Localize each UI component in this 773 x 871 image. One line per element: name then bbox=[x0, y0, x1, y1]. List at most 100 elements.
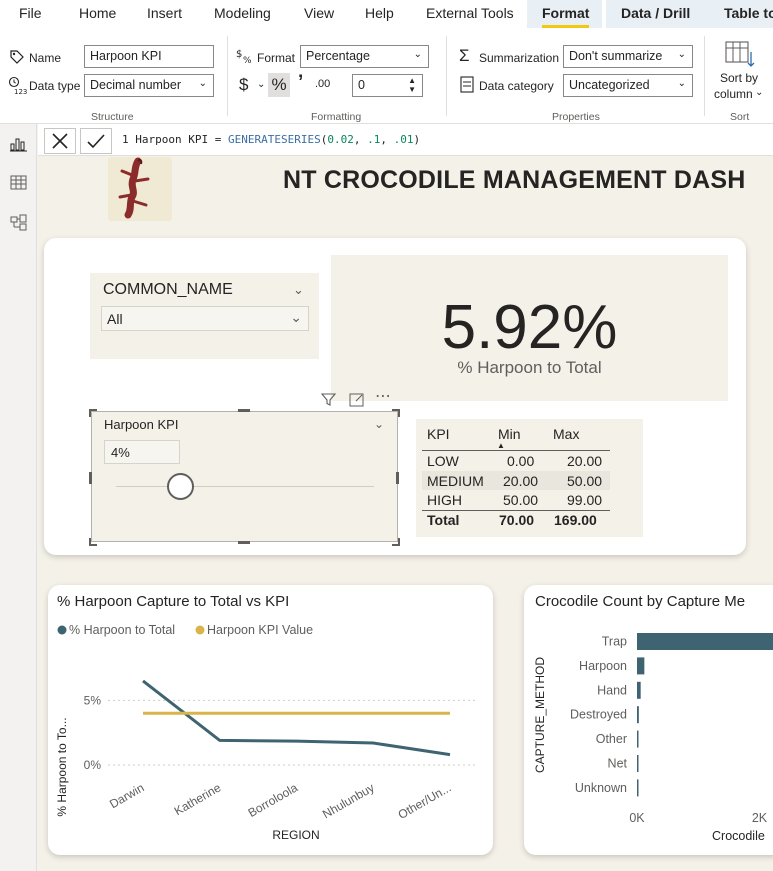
focus-mode-icon[interactable] bbox=[348, 391, 365, 408]
currency-chevron-icon[interactable]: ⌄ bbox=[257, 79, 265, 90]
menu-format[interactable]: Format bbox=[542, 5, 589, 21]
menu-modeling[interactable]: Modeling bbox=[214, 5, 271, 21]
menu-view[interactable]: View bbox=[304, 5, 334, 21]
comma-style-button[interactable]: ’ bbox=[298, 72, 303, 94]
percent-button[interactable]: % bbox=[268, 73, 290, 97]
resize-handle[interactable] bbox=[89, 472, 92, 484]
menu-help[interactable]: Help bbox=[365, 5, 394, 21]
common-name-slicer[interactable]: COMMON_NAME ⌄ All ⌄ bbox=[90, 273, 319, 359]
table-row-min: 20.00 bbox=[503, 473, 539, 489]
model-view-icon[interactable] bbox=[10, 214, 27, 231]
line-number: 1 bbox=[122, 133, 129, 146]
ribbon-separator bbox=[704, 36, 705, 116]
formula-editor[interactable]: 1 Harpoon KPI = GENERATESERIES(0.02, .1,… bbox=[122, 133, 420, 146]
sort-by-label-line2: column bbox=[714, 87, 753, 101]
summarization-label: Summarization bbox=[479, 51, 560, 65]
name-input[interactable]: Harpoon KPI bbox=[84, 45, 214, 68]
formatting-group-title: Formatting bbox=[311, 111, 362, 123]
report-view-icon[interactable] bbox=[10, 135, 27, 152]
x-tick-label: Darwin bbox=[107, 780, 146, 811]
commit-formula-button[interactable] bbox=[80, 128, 112, 154]
resize-handle[interactable] bbox=[392, 409, 400, 417]
filter-icon[interactable] bbox=[320, 391, 337, 408]
properties-group-title: Properties bbox=[552, 111, 600, 123]
resize-handle[interactable] bbox=[238, 409, 250, 412]
table-row-kpi: LOW bbox=[427, 453, 459, 469]
menu-bar: File Home Insert Modeling View Help Exte… bbox=[0, 0, 773, 28]
y-tick-label: Trap bbox=[602, 635, 627, 649]
ribbon: Name Harpoon KPI 123 Data type Decimal n… bbox=[0, 28, 773, 124]
capture-method-bar-chart-card[interactable]: Crocodile Count by Capture Me CAPTURE_ME… bbox=[524, 585, 773, 855]
format-value: Percentage bbox=[306, 49, 370, 63]
data-category-select[interactable]: Uncategorized ⌄ bbox=[563, 74, 693, 97]
svg-text:$: $ bbox=[236, 49, 242, 60]
chevron-down-icon[interactable]: ⌄ bbox=[374, 417, 384, 431]
more-options-icon[interactable]: ⋯ bbox=[375, 386, 391, 406]
table-header-min[interactable]: Min bbox=[498, 426, 521, 442]
table-header-kpi[interactable]: KPI bbox=[427, 426, 450, 442]
harpoon-kpi-card[interactable]: 5.92% % Harpoon to Total bbox=[331, 255, 728, 401]
harpoon-line-chart-card[interactable]: % Harpoon Capture to Total vs KPI % Harp… bbox=[48, 585, 493, 855]
y-axis-label: CAPTURE_METHOD bbox=[533, 657, 547, 773]
formula-arg-1: 0.02 bbox=[327, 133, 354, 146]
decimal-places-icon[interactable]: .00 bbox=[315, 78, 330, 90]
format-select[interactable]: Percentage ⌄ bbox=[300, 45, 429, 68]
close-icon bbox=[52, 133, 68, 149]
table-row-kpi: HIGH bbox=[427, 492, 462, 508]
x-axis-label: Crocodile bbox=[712, 829, 765, 843]
svg-text:123: 123 bbox=[14, 88, 27, 96]
slider-handle[interactable] bbox=[167, 473, 194, 500]
ribbon-separator bbox=[446, 36, 447, 116]
data-type-icon: 123 bbox=[8, 76, 27, 96]
decimal-places-value: 0 bbox=[358, 78, 365, 92]
sort-by-column-button[interactable]: Sort by column ⌄ bbox=[710, 38, 768, 104]
bar-chart: CAPTURE_METHOD Crocodile Trap Harpoon Hand… bbox=[533, 633, 773, 843]
legend-label[interactable]: % Harpoon to Total bbox=[69, 623, 175, 637]
y-axis-label: % Harpoon to To... bbox=[55, 717, 69, 816]
table-row-kpi: MEDIUM bbox=[427, 473, 484, 489]
x-tick-label: Katherine bbox=[172, 780, 224, 818]
menu-insert[interactable]: Insert bbox=[147, 5, 182, 21]
menu-table-tools[interactable]: Table to bbox=[724, 5, 773, 21]
resize-handle[interactable] bbox=[89, 409, 97, 417]
resize-handle[interactable] bbox=[89, 538, 97, 546]
resize-handle[interactable] bbox=[396, 472, 399, 484]
harpoon-kpi-slicer[interactable]: Harpoon KPI ⌄ 4% bbox=[91, 411, 398, 542]
structure-group-title: Structure bbox=[91, 111, 134, 123]
bar bbox=[637, 633, 773, 650]
slider-track[interactable] bbox=[116, 486, 374, 487]
menu-data-drill[interactable]: Data / Drill bbox=[621, 5, 690, 21]
data-view-icon[interactable] bbox=[10, 174, 27, 191]
legend-label[interactable]: Harpoon KPI Value bbox=[207, 623, 313, 637]
y-tick-label: Hand bbox=[597, 683, 627, 697]
menu-home[interactable]: Home bbox=[79, 5, 116, 21]
resize-handle[interactable] bbox=[238, 541, 250, 544]
stepper-icon[interactable]: ▲ ▼ bbox=[408, 76, 416, 94]
y-tick-label: Net bbox=[608, 757, 628, 771]
summarization-value: Don't summarize bbox=[569, 49, 663, 63]
chevron-down-icon: ⌄ bbox=[198, 78, 207, 89]
y-tick-label: 5% bbox=[84, 693, 102, 707]
cancel-formula-button[interactable] bbox=[44, 128, 76, 154]
parameter-value-input[interactable]: 4% bbox=[104, 440, 180, 464]
format-label: Format bbox=[257, 51, 296, 65]
crocodile-logo-image bbox=[108, 157, 172, 221]
chevron-down-icon[interactable]: ⌄ bbox=[293, 282, 304, 298]
bar bbox=[637, 730, 639, 748]
decimal-places-input[interactable]: 0 ▲ ▼ bbox=[352, 74, 423, 97]
table-row-max: 20.00 bbox=[567, 453, 603, 469]
menu-file[interactable]: File bbox=[19, 5, 42, 21]
resize-handle[interactable] bbox=[392, 538, 400, 546]
y-tick-label: Harpoon bbox=[579, 659, 627, 673]
x-tick-label: 0K bbox=[629, 811, 645, 825]
data-type-select[interactable]: Decimal number ⌄ bbox=[84, 74, 214, 97]
menu-external-tools[interactable]: External Tools bbox=[426, 5, 514, 21]
currency-button[interactable]: $ bbox=[239, 75, 248, 95]
summarization-select[interactable]: Don't summarize ⌄ bbox=[563, 45, 693, 68]
sort-by-label-line1: Sort by bbox=[720, 71, 759, 85]
data-type-label: Data type bbox=[29, 79, 81, 93]
y-tick-label: Unknown bbox=[575, 781, 627, 795]
table-header-max[interactable]: Max bbox=[553, 426, 579, 442]
formula-sep: , bbox=[380, 133, 394, 146]
slicer-dropdown[interactable]: All ⌄ bbox=[101, 306, 309, 331]
